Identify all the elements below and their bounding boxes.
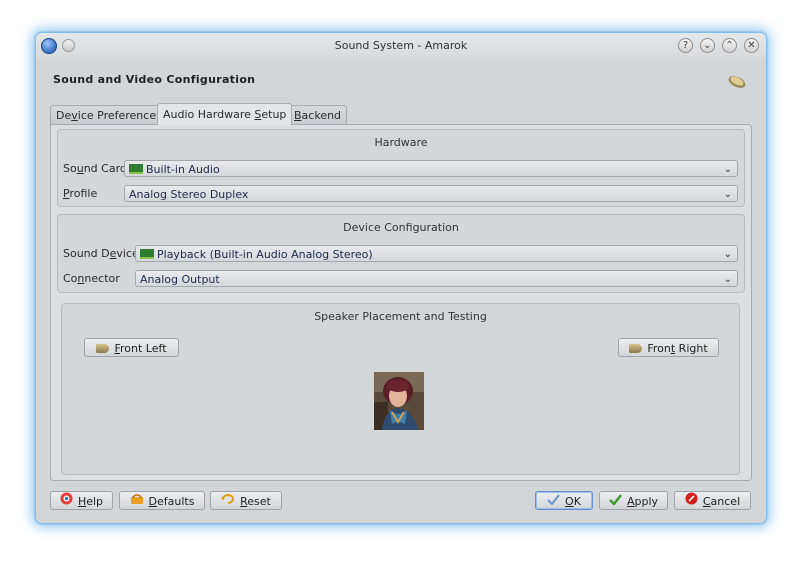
sound-card-select[interactable]: Built-in Audio ⌄ — [124, 160, 738, 177]
defaults-button[interactable]: Defaults — [119, 491, 205, 510]
restore-defaults-icon — [130, 492, 144, 511]
sound-device-select[interactable]: Playback (Built-in Audio Analog Stereo) … — [135, 245, 738, 262]
speaker-icon — [727, 73, 747, 89]
front-right-button[interactable]: Front Right — [618, 338, 719, 357]
tab-device-preference[interactable]: Device Preference — [50, 105, 163, 125]
reset-icon — [221, 492, 235, 511]
tab-audio-hardware-setup[interactable]: Audio Hardware Setup — [157, 103, 293, 125]
chevron-down-icon: ⌄ — [723, 249, 732, 260]
speaker-icon — [96, 343, 110, 353]
sound-card-icon — [140, 249, 154, 259]
check-icon — [547, 492, 560, 511]
connector-select[interactable]: Analog Output ⌄ — [135, 270, 738, 287]
listener-avatar — [374, 372, 424, 430]
close-button[interactable]: ✕ — [744, 38, 759, 53]
hardware-group: Hardware Sound Card Built-in Audio ⌄ Pro… — [57, 129, 745, 207]
chevron-down-icon: ⌄ — [723, 164, 732, 175]
ok-button[interactable]: OK — [535, 491, 593, 510]
reset-button[interactable]: Reset — [210, 491, 282, 510]
sound-card-icon — [129, 164, 143, 174]
sound-card-label: Sound Card — [63, 162, 127, 175]
cancel-icon — [685, 492, 698, 511]
help-icon — [60, 492, 73, 511]
help-title-button[interactable]: ? — [678, 38, 693, 53]
hardware-group-title: Hardware — [374, 136, 428, 149]
speaker-placement-group-title: Speaker Placement and Testing — [314, 310, 487, 323]
chevron-down-icon: ⌄ — [723, 189, 732, 200]
button-bar: Help Defaults Reset OK Apply Cancel — [36, 491, 766, 523]
tab-backend[interactable]: Backend — [288, 105, 348, 125]
dialog-window: Sound System - Amarok ? ⌄ ⌃ ✕ Sound and … — [36, 33, 766, 523]
profile-label: Profile — [63, 187, 98, 200]
chevron-down-icon: ⌄ — [723, 274, 732, 285]
sound-device-label: Sound Device — [63, 247, 139, 260]
device-configuration-group: Device Configuration Sound Device Playba… — [57, 214, 745, 293]
maximize-button[interactable]: ⌃ — [722, 38, 737, 53]
cancel-button[interactable]: Cancel — [674, 491, 751, 510]
device-configuration-group-title: Device Configuration — [343, 221, 459, 234]
connector-label: Connector — [63, 272, 120, 285]
page-title: Sound and Video Configuration — [53, 73, 256, 86]
profile-select[interactable]: Analog Stereo Duplex ⌄ — [124, 185, 738, 202]
apply-button[interactable]: Apply — [599, 491, 668, 510]
minimize-button[interactable]: ⌄ — [700, 38, 715, 53]
title-bar[interactable]: Sound System - Amarok ? ⌄ ⌃ ✕ — [36, 33, 766, 59]
speaker-icon — [629, 343, 643, 353]
apply-check-icon — [609, 492, 622, 511]
window-title: Sound System - Amarok — [334, 39, 468, 52]
front-left-button[interactable]: Front Left — [84, 338, 179, 357]
help-button[interactable]: Help — [50, 491, 113, 510]
